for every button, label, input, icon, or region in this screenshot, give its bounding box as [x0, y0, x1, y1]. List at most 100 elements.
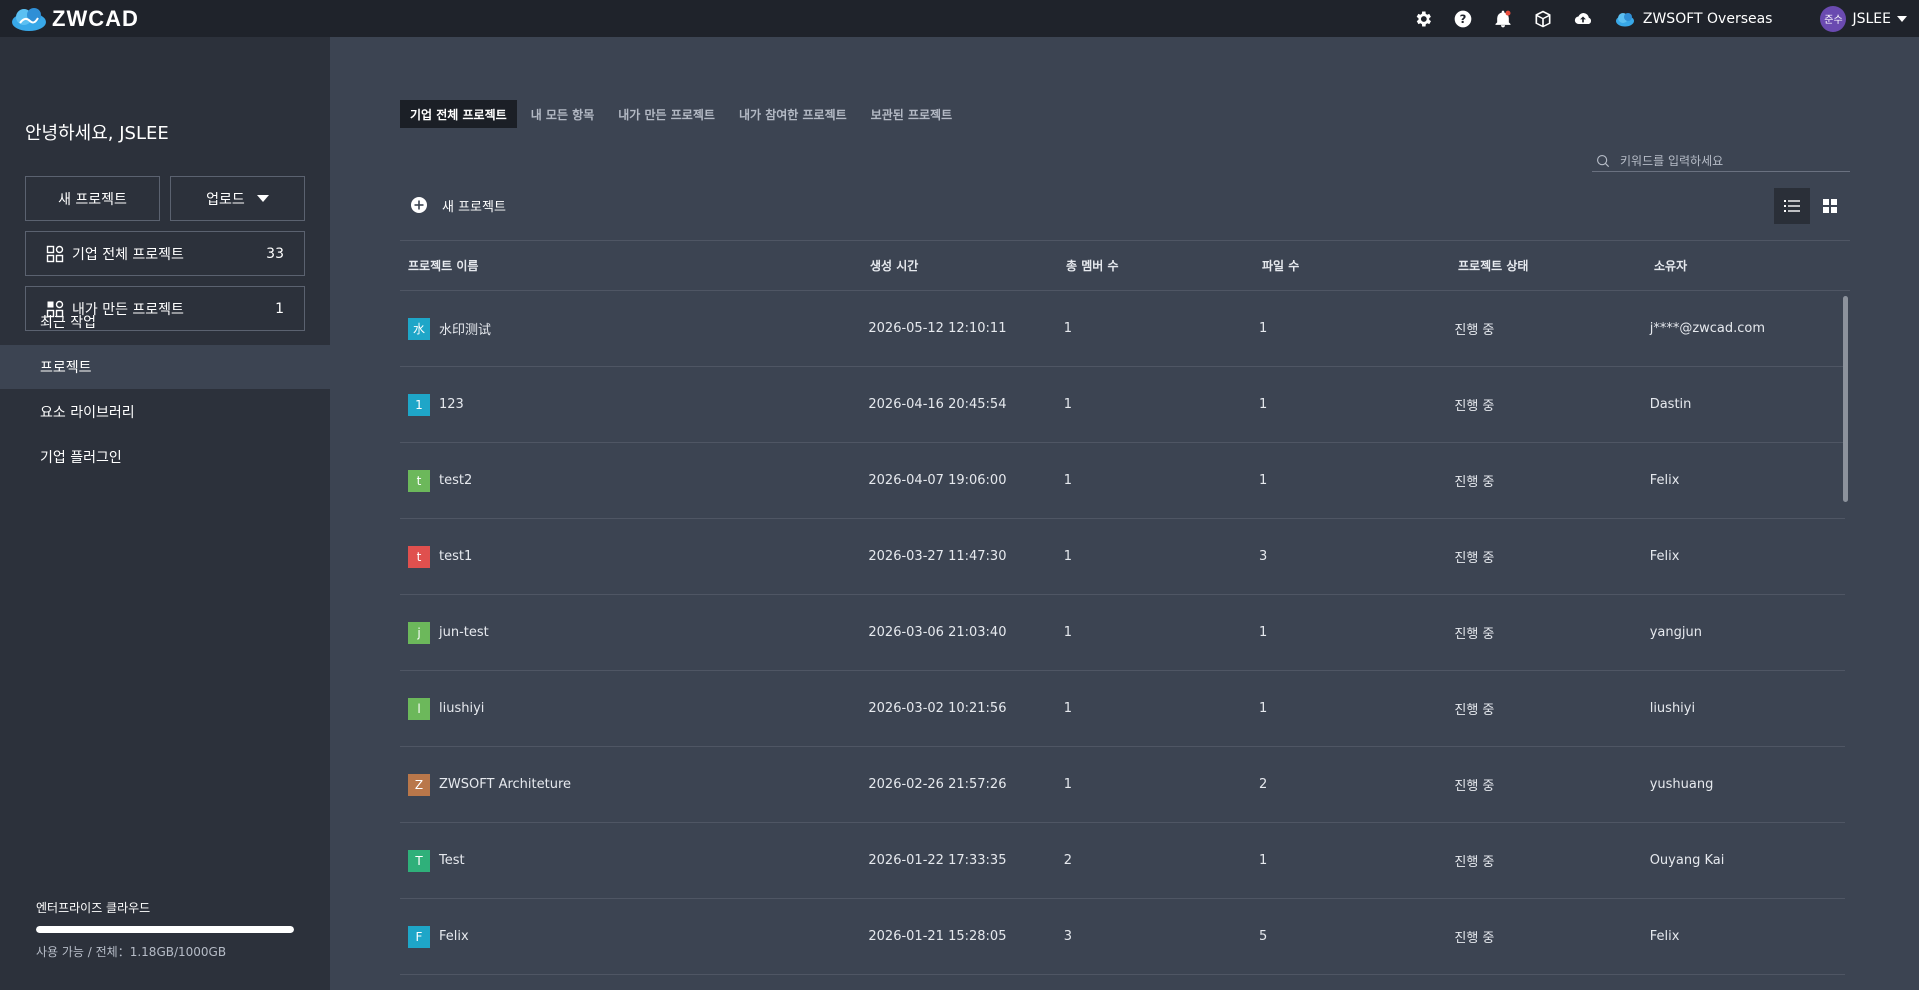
project-name-cell: Z ZWSOFT Architeture [400, 773, 868, 796]
project-name[interactable]: Test [439, 853, 465, 868]
new-project-button[interactable]: 새 프로젝트 [25, 176, 160, 221]
table-row[interactable]: t test1 2026-03-27 11:47:30 1 3 진행 중 Fel… [400, 519, 1845, 595]
owner-cell: j****@zwcad.com [1649, 321, 1766, 336]
table-row[interactable]: T Test 2026-01-22 17:33:35 2 1 진행 중 Ouya… [400, 823, 1845, 899]
tab-participated-projects[interactable]: 내가 참여한 프로젝트 [729, 100, 857, 128]
upload-button[interactable]: 업로드 [170, 176, 305, 221]
tab-company-projects[interactable]: 기업 전체 프로젝트 [400, 100, 517, 128]
table-row[interactable]: F Felix 2026-01-21 15:28:05 3 5 진행 중 Fel… [400, 899, 1845, 975]
project-tabs: 기업 전체 프로젝트 내 모든 항목 내가 만든 프로젝트 내가 참여한 프로젝… [400, 100, 966, 128]
owner-cell: Felix [1649, 549, 1680, 564]
new-project-label: 새 프로젝트 [58, 191, 127, 208]
project-badge: j [408, 621, 430, 644]
project-name[interactable]: liushiyi [439, 701, 484, 716]
logo[interactable]: ZWCAD [10, 0, 139, 37]
files-cell: 1 [1259, 397, 1268, 412]
project-name-cell: j jun-test [400, 621, 868, 644]
table-row[interactable]: l liushiyi 2026-03-02 10:21:56 1 1 진행 중 … [400, 671, 1845, 747]
upload-label: 업로드 [206, 191, 245, 208]
logo-text: ZWCAD [52, 5, 139, 31]
package-button[interactable] [1523, 0, 1563, 37]
project-badge: 1 [408, 393, 430, 416]
owner-cell: yushuang [1649, 777, 1714, 792]
members-cell: 1 [1063, 397, 1072, 412]
status-cell: 진행 중 [1454, 779, 1495, 794]
list-icon [1784, 200, 1800, 212]
notifications-button[interactable] [1483, 0, 1523, 37]
status-cell: 진행 중 [1454, 855, 1495, 870]
project-name[interactable]: test2 [439, 473, 472, 488]
sidebar: 안녕하세요, JSLEE 새 프로젝트 업로드 기업 전체 프로젝트 33 내가… [0, 37, 330, 990]
column-header-owner[interactable]: 소유자 [1654, 257, 1850, 274]
table-row[interactable]: j jun-test 2026-03-06 21:03:40 1 1 진행 중 … [400, 595, 1845, 671]
project-name[interactable]: jun-test [439, 625, 489, 640]
column-header-members[interactable]: 총 멤버 수 [1066, 257, 1262, 274]
project-name[interactable]: ZWSOFT Architeture [439, 777, 571, 792]
cloud-upload-button[interactable] [1563, 0, 1603, 37]
project-name-cell: l liushiyi [400, 697, 868, 720]
new-project-action[interactable]: 새 프로젝트 [410, 195, 506, 215]
members-cell: 1 [1063, 777, 1072, 792]
project-name[interactable]: 123 [439, 397, 464, 412]
nav-label: 요소 라이브러리 [40, 405, 135, 421]
help-button[interactable]: ? [1443, 0, 1483, 37]
table-row[interactable]: t test2 2026-04-07 19:06:00 1 1 진행 중 Fel… [400, 443, 1845, 519]
project-badge: F [408, 925, 430, 948]
table-row[interactable]: Z ZWSOFT Architeture 2026-02-26 21:57:26… [400, 747, 1845, 823]
cloud-logo-icon [12, 7, 46, 31]
members-cell: 2 [1063, 853, 1072, 868]
grid-view-button[interactable] [1812, 188, 1848, 224]
project-name[interactable]: 水印测试 [439, 319, 491, 338]
column-header-status[interactable]: 프로젝트 상태 [1458, 257, 1654, 274]
status-cell: 진행 중 [1454, 931, 1495, 946]
company-projects-shortcut[interactable]: 기업 전체 프로젝트 33 [25, 231, 305, 276]
project-badge: l [408, 697, 430, 720]
storage-title: 엔터프라이즈 클라우드 [36, 901, 151, 915]
project-badge: t [408, 469, 430, 492]
owner-cell: Ouyang Kai [1649, 853, 1725, 868]
nav-projects[interactable]: 프로젝트 [0, 345, 330, 389]
table-scrollbar[interactable] [1843, 296, 1848, 502]
owner-cell: liushiyi [1649, 701, 1696, 716]
nav-element-library[interactable]: 요소 라이브러리 [0, 390, 330, 434]
plus-circle-icon [411, 197, 427, 213]
avatar: 준수 [1820, 5, 1847, 32]
search-icon [1597, 154, 1610, 167]
table-row[interactable]: 水 水印测试 2026-05-12 12:10:11 1 1 진행 중 j***… [400, 291, 1845, 367]
status-cell: 진행 중 [1454, 399, 1495, 414]
table-header: 프로젝트 이름 생성 시간 총 멤버 수 파일 수 프로젝트 상태 소유자 [400, 240, 1850, 291]
search-box [1592, 150, 1850, 172]
settings-button[interactable] [1403, 0, 1443, 37]
box-icon [1535, 10, 1551, 27]
list-view-button[interactable] [1774, 188, 1810, 224]
table-body: 水 水印测试 2026-05-12 12:10:11 1 1 진행 중 j***… [400, 291, 1850, 975]
tab-all-my-items[interactable]: 내 모든 항목 [521, 100, 605, 128]
project-name[interactable]: Felix [439, 929, 469, 944]
created-cell: 2026-04-07 19:06:00 [868, 473, 1007, 488]
files-cell: 1 [1259, 853, 1268, 868]
members-cell: 1 [1063, 473, 1072, 488]
created-cell: 2026-02-26 21:57:26 [868, 777, 1007, 792]
gear-icon [1416, 11, 1431, 26]
nav-company-plugins[interactable]: 기업 플러그인 [0, 435, 330, 479]
storage-bar [36, 926, 294, 933]
column-header-name[interactable]: 프로젝트 이름 [400, 257, 870, 274]
top-icons: ? ZWSOFT Overseas 준수 JSLEE [1403, 0, 1919, 37]
nav-label: 기업 플러그인 [40, 450, 122, 466]
column-header-created[interactable]: 생성 시간 [870, 257, 1066, 274]
nav-recent[interactable]: 최근 작업 [0, 300, 330, 344]
tab-archived-projects[interactable]: 보관된 프로젝트 [861, 100, 962, 128]
search-input[interactable] [1620, 153, 1840, 168]
project-name[interactable]: test1 [439, 549, 472, 564]
status-cell: 진행 중 [1454, 551, 1495, 566]
created-cell: 2026-03-27 11:47:30 [868, 549, 1007, 564]
column-header-files[interactable]: 파일 수 [1262, 257, 1458, 274]
files-cell: 1 [1259, 625, 1268, 640]
table-row[interactable]: 1 123 2026-04-16 20:45:54 1 1 진행 중 Dasti… [400, 367, 1845, 443]
tab-my-created-projects[interactable]: 내가 만든 프로젝트 [608, 100, 725, 128]
created-cell: 2026-03-02 10:21:56 [868, 701, 1007, 716]
project-badge: T [408, 849, 430, 872]
organization-switcher[interactable]: ZWSOFT Overseas [1615, 11, 1772, 27]
user-menu[interactable]: 준수 JSLEE [1820, 5, 1907, 32]
projects-grid-icon [46, 245, 64, 262]
